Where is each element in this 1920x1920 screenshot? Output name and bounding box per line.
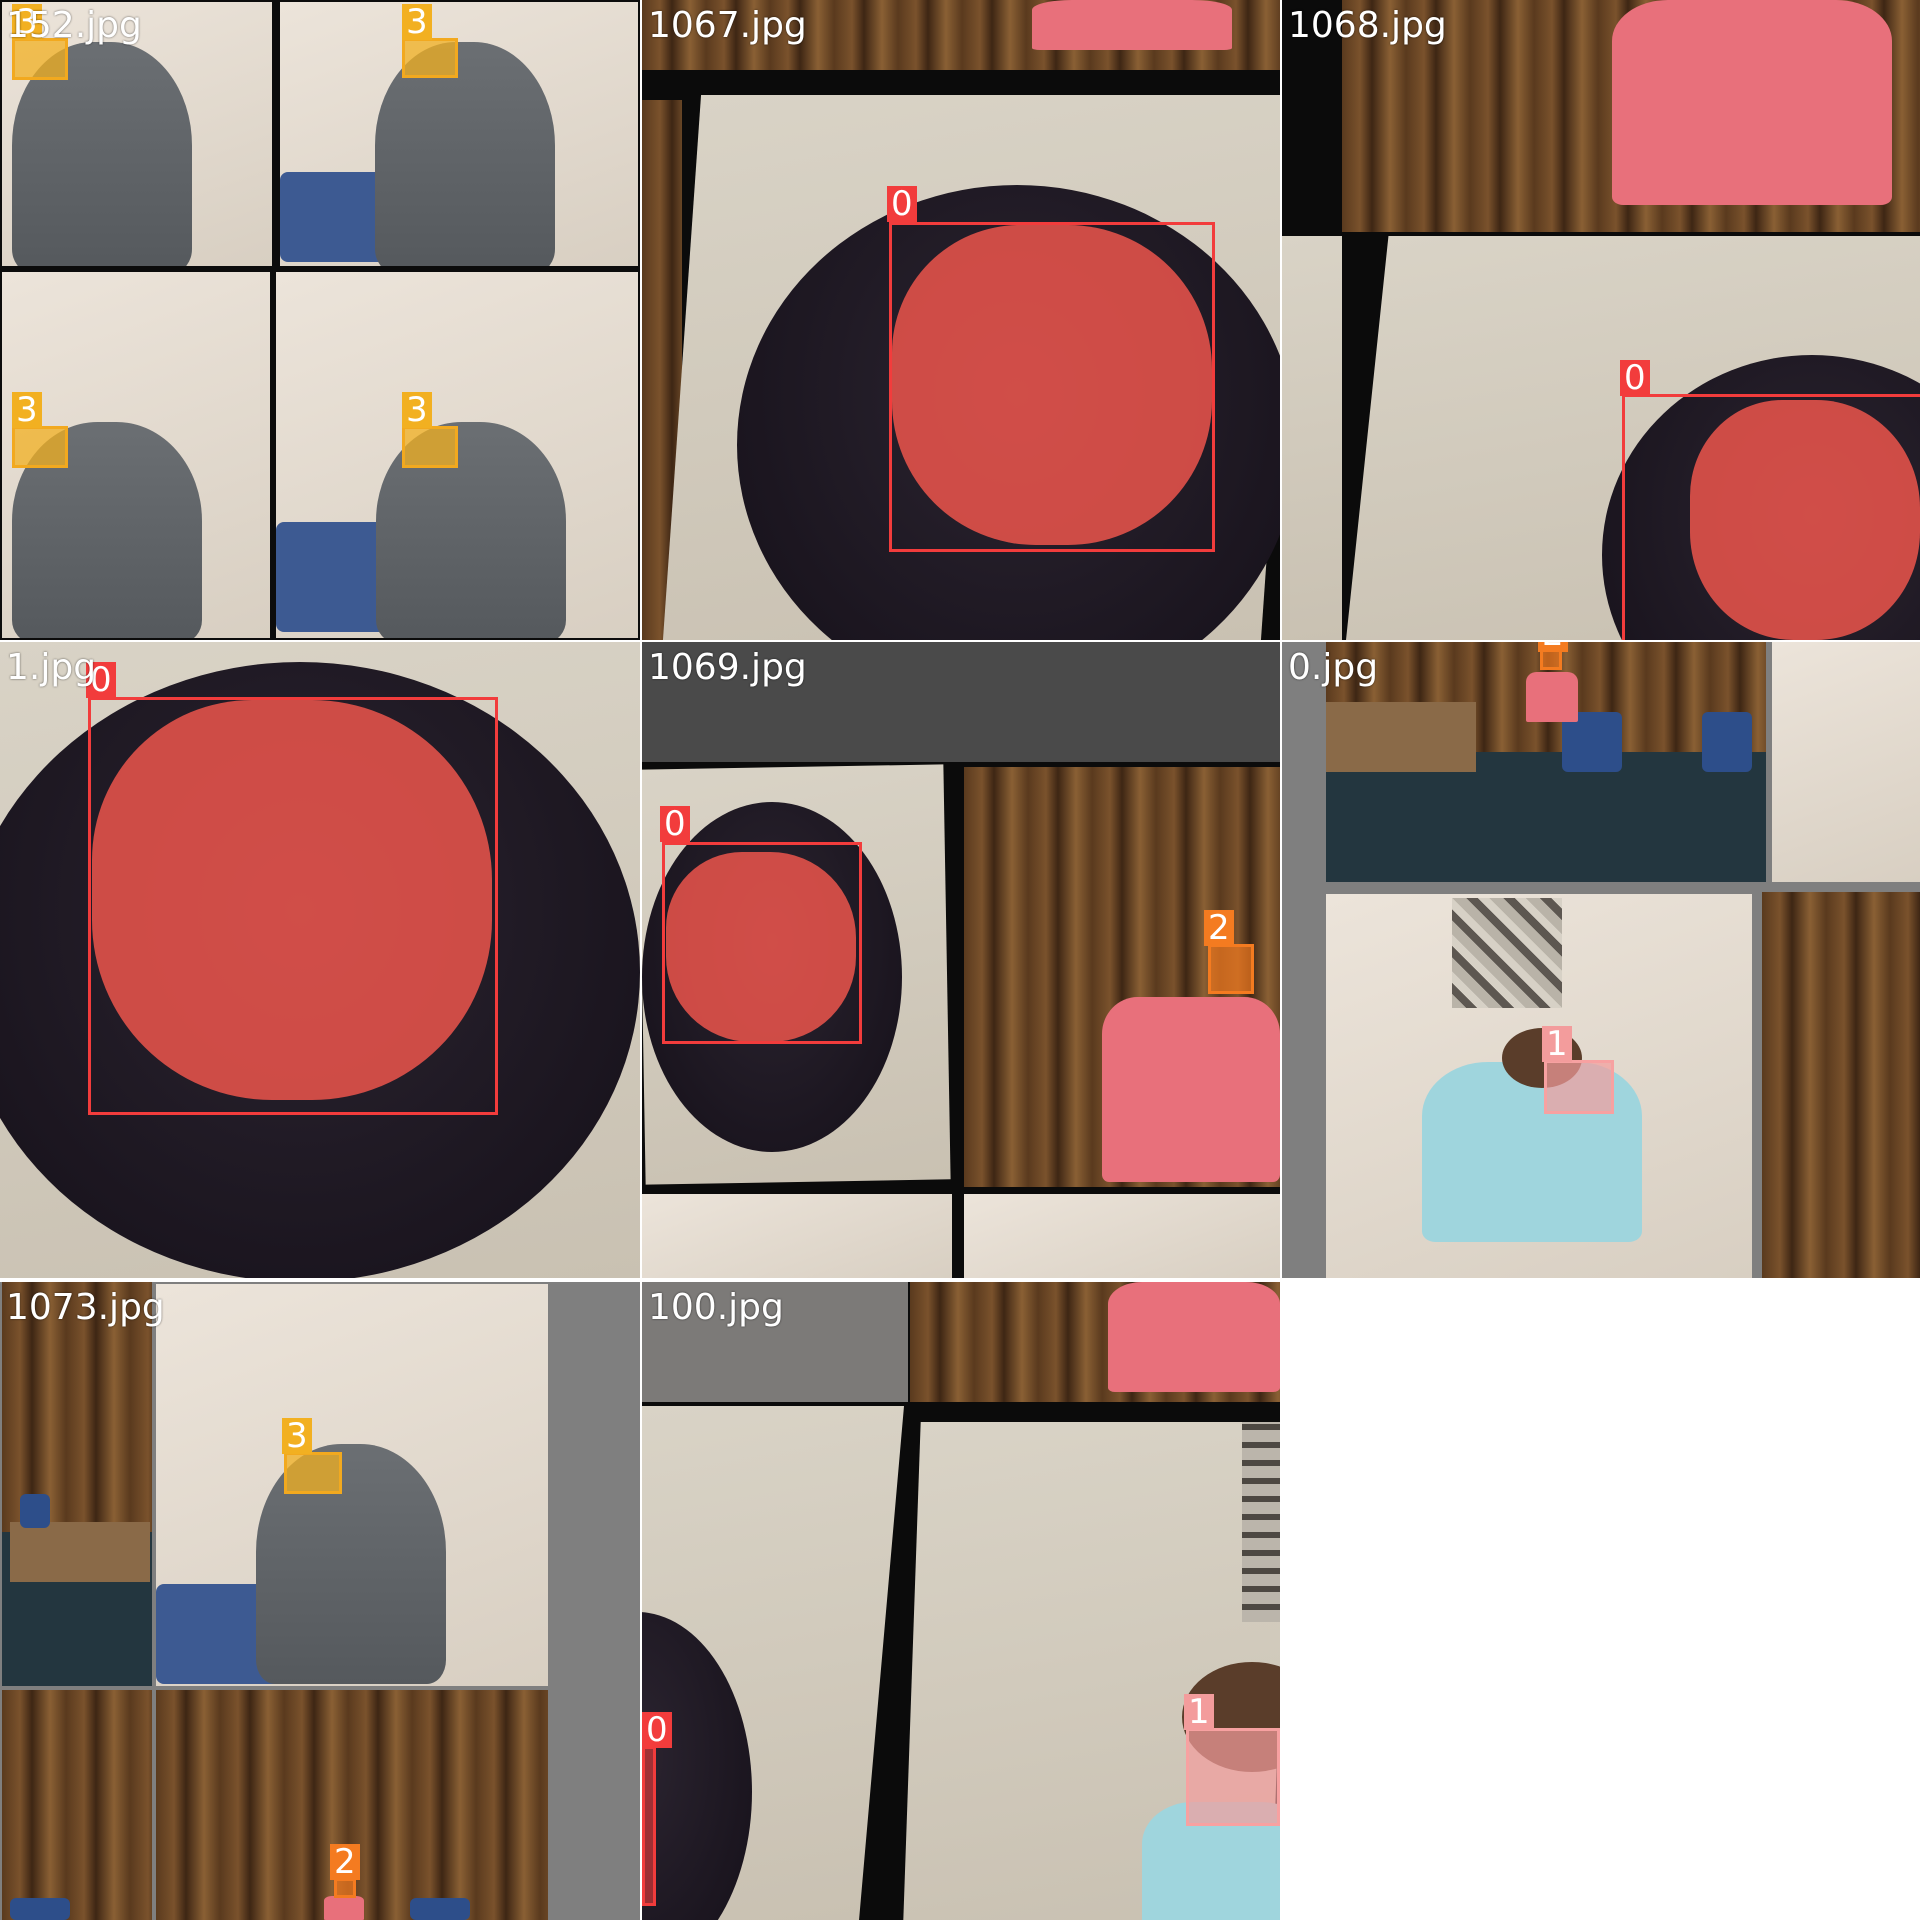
bbox-label: 0	[887, 186, 917, 222]
bbox-label: 0	[660, 806, 690, 842]
tile-1073[interactable]: 3 2 1073.jpg	[0, 1282, 640, 1920]
photo-right	[1772, 642, 1920, 882]
photo-strip-bottom	[642, 1194, 952, 1278]
bbox-class3[interactable]	[284, 1452, 342, 1494]
bbox-class3[interactable]	[402, 426, 458, 468]
chair	[1702, 712, 1752, 772]
tile-1068[interactable]: 0 1068.jpg	[1282, 0, 1920, 640]
bbox-label: 0	[1620, 360, 1650, 396]
bbox-class0[interactable]	[1622, 394, 1920, 640]
chair	[10, 1898, 70, 1920]
pink-shirt	[1612, 0, 1892, 205]
bbox-class0[interactable]	[642, 1746, 656, 1906]
tile-filename: 152.jpg	[6, 5, 142, 46]
bbox-label: 1	[1184, 1694, 1214, 1730]
pink-shirt	[1108, 1282, 1280, 1392]
photo-quadrant-tr	[280, 2, 638, 266]
photo-quadrant	[156, 1284, 548, 1686]
photo-background	[1282, 236, 1342, 640]
poster-collage	[1452, 898, 1562, 1008]
bbox-class1[interactable]	[1544, 1060, 1614, 1114]
bbox-class2[interactable]	[1208, 944, 1254, 994]
poster-collage	[1242, 1422, 1280, 1622]
tile-filename: 1.jpg	[6, 647, 97, 688]
bbox-class3[interactable]	[12, 426, 68, 468]
wood-panel	[2, 1690, 152, 1920]
tile-filename: 100.jpg	[648, 1287, 784, 1328]
tile-0[interactable]: 2 1 0.jpg	[1282, 642, 1920, 1278]
pink-shirt	[1526, 672, 1578, 722]
bbox-label: 3	[402, 392, 432, 428]
tile-1069[interactable]: 0 2 1069.jpg	[642, 642, 1280, 1278]
bbox-label: 3	[12, 392, 42, 428]
bbox-label: 1	[1542, 1026, 1572, 1062]
chair	[410, 1898, 470, 1920]
bbox-label: 2	[1538, 642, 1568, 652]
tile-filename: 1069.jpg	[648, 647, 807, 688]
bbox-label: 3	[402, 4, 432, 40]
bbox-label: 0	[642, 1712, 672, 1748]
tile-filename: 0.jpg	[1288, 647, 1379, 688]
table	[10, 1522, 150, 1582]
wood-panel	[1762, 892, 1920, 1278]
tile-filename: 1073.jpg	[6, 1287, 165, 1328]
bbox-label: 2	[330, 1844, 360, 1880]
table	[1326, 702, 1476, 772]
bbox-label: 2	[1204, 910, 1234, 946]
pink-shirt	[1102, 997, 1280, 1182]
tile-filename: 1068.jpg	[1288, 5, 1447, 46]
tile-152[interactable]: 152.jpg 3 3 3 3	[0, 0, 640, 640]
photo-strip-bottom	[964, 1194, 1280, 1278]
tile-100[interactable]: 1 0 100.jpg	[642, 1282, 1280, 1920]
bbox-class0[interactable]	[88, 697, 498, 1115]
tile-1[interactable]: 0 1.jpg	[0, 642, 640, 1278]
bbox-class0[interactable]	[889, 222, 1215, 552]
pink-shirt	[324, 1896, 364, 1920]
bbox-class1[interactable]	[1186, 1728, 1280, 1826]
chair	[20, 1494, 50, 1528]
bbox-class3[interactable]	[402, 38, 458, 78]
empty-cell	[1282, 1282, 1920, 1920]
bbox-class0[interactable]	[662, 842, 862, 1044]
pink-shirt	[1032, 0, 1232, 50]
bbox-label: 3	[282, 1418, 312, 1454]
tile-filename: 1067.jpg	[648, 5, 807, 46]
tile-1067[interactable]: 0 1067.jpg	[642, 0, 1280, 640]
